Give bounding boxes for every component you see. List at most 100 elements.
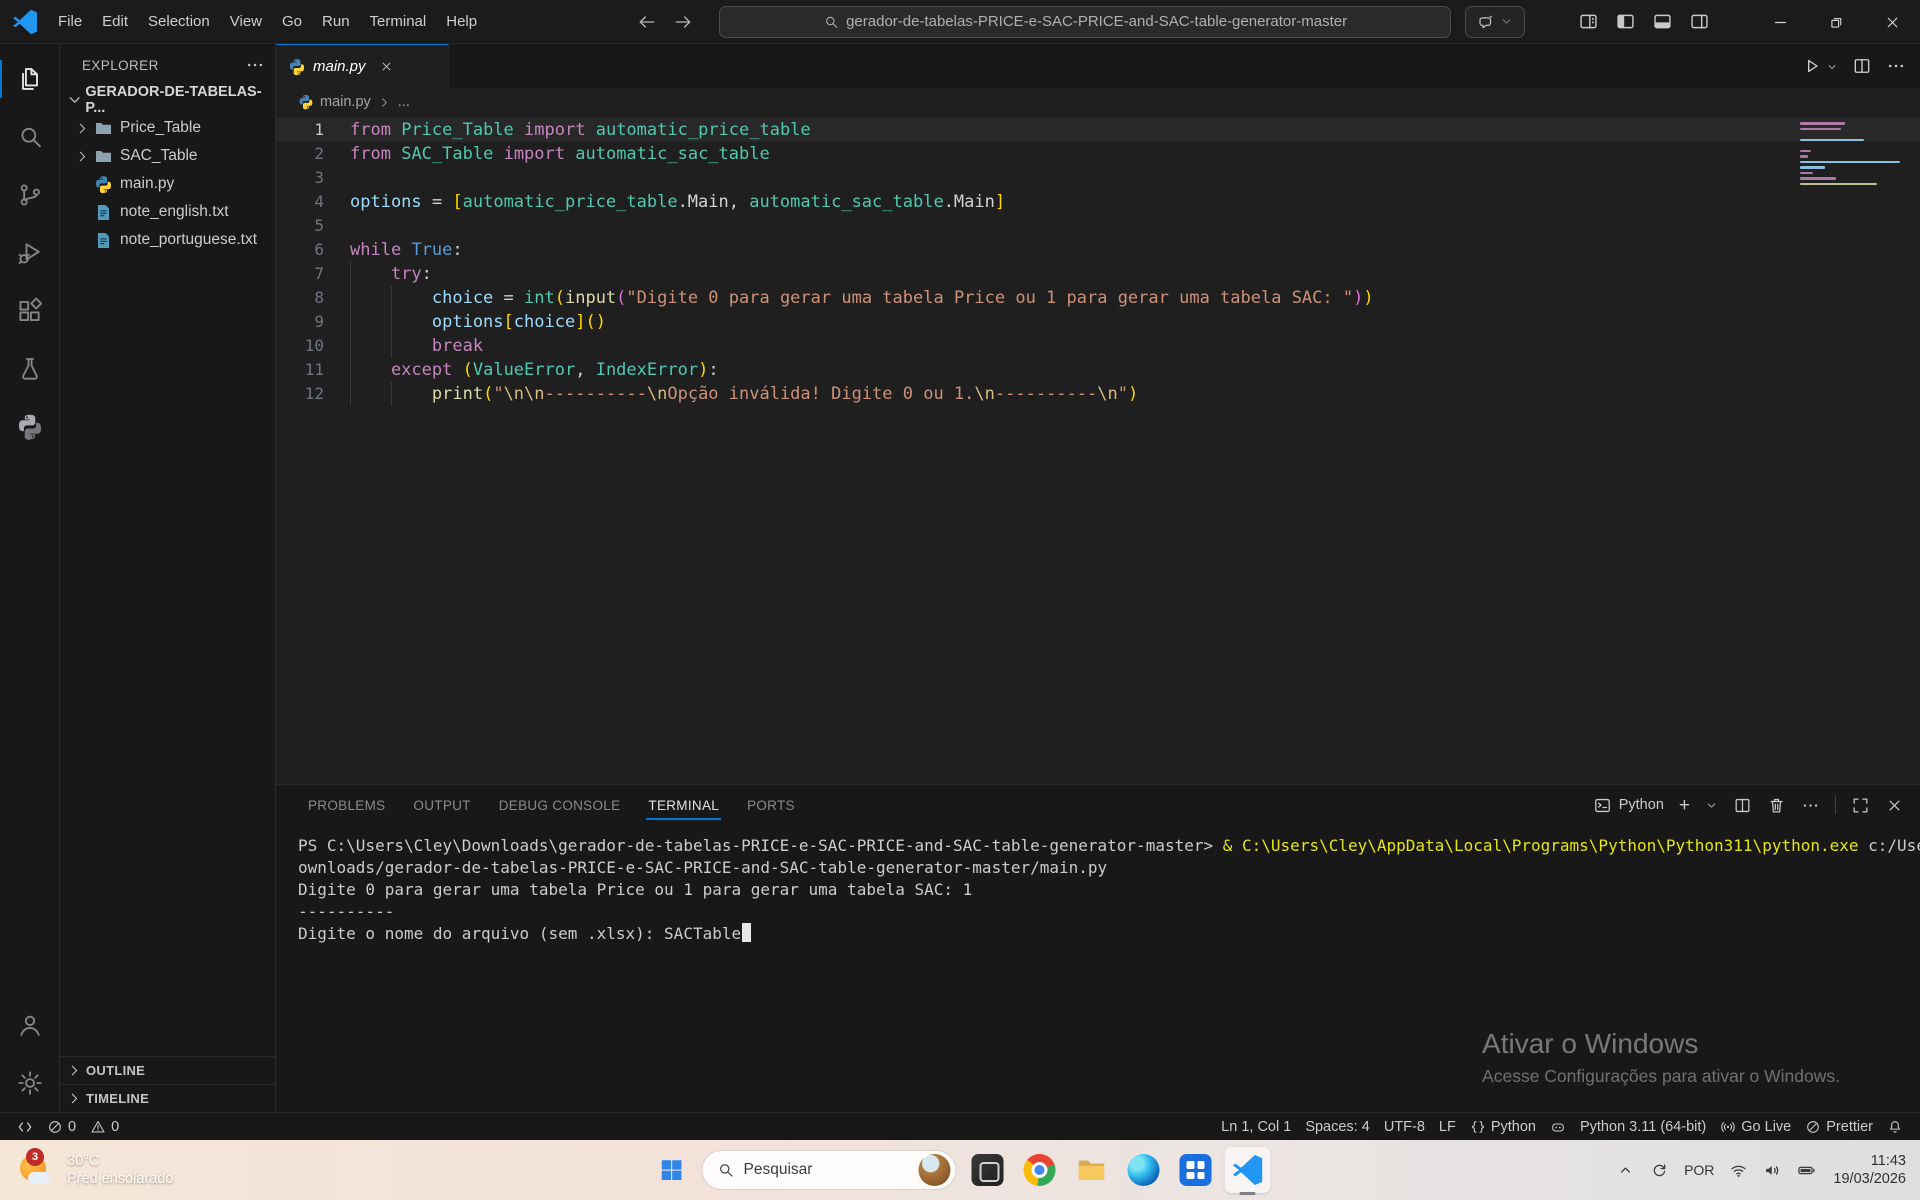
- status-go-live[interactable]: Go Live: [1713, 1119, 1798, 1135]
- status-prettier[interactable]: Prettier: [1798, 1119, 1880, 1135]
- command-center-search[interactable]: gerador-de-tabelas-PRICE-e-SAC-PRICE-and…: [719, 5, 1452, 38]
- section-timeline[interactable]: TIMELINE: [60, 1084, 275, 1112]
- keyboard-language[interactable]: POR: [1680, 1162, 1718, 1178]
- restore-button[interactable]: [1808, 0, 1864, 44]
- run-dropdown-icon[interactable]: [1826, 60, 1838, 72]
- menu-edit[interactable]: Edit: [92, 9, 138, 34]
- terminal-dropdown-icon[interactable]: [1705, 799, 1718, 812]
- kill-terminal-icon[interactable]: [1767, 796, 1786, 815]
- explorer-more-actions-icon[interactable]: [245, 55, 265, 75]
- close-tab-icon[interactable]: [379, 59, 394, 74]
- taskbar-search[interactable]: Pesquisar: [701, 1150, 957, 1190]
- status-notifications[interactable]: [1880, 1119, 1910, 1135]
- status-warnings[interactable]: 0: [83, 1119, 126, 1135]
- menu-go[interactable]: Go: [272, 9, 312, 34]
- battery-icon[interactable]: [1793, 1157, 1820, 1184]
- file-main-py[interactable]: main.py: [60, 170, 275, 198]
- menu-view[interactable]: View: [220, 9, 272, 34]
- breadcrumb[interactable]: main.py ...: [276, 88, 1920, 116]
- file-label: main.py: [120, 175, 175, 192]
- taskbar-vscode-icon[interactable]: [1224, 1147, 1271, 1195]
- menu-help[interactable]: Help: [436, 9, 487, 34]
- activity-source-control-icon[interactable]: [0, 166, 60, 224]
- widget-badge: 3: [26, 1148, 44, 1166]
- terminal-cursor: [742, 923, 752, 942]
- menu-file[interactable]: File: [48, 9, 92, 34]
- status-language-mode[interactable]: Python: [1463, 1119, 1543, 1135]
- minimize-button[interactable]: [1752, 0, 1808, 44]
- file-note-portuguese-txt[interactable]: note_portuguese.txt: [60, 226, 275, 254]
- menu-terminal[interactable]: Terminal: [360, 9, 437, 34]
- clock[interactable]: 11:43 19/03/2026: [1827, 1152, 1912, 1188]
- minimap[interactable]: [1800, 122, 1904, 188]
- activity-extensions-icon[interactable]: [0, 282, 60, 340]
- maximize-panel-icon[interactable]: [1851, 796, 1870, 815]
- panel-tab-ports[interactable]: PORTS: [737, 789, 805, 822]
- panel-tab-debug-console[interactable]: DEBUG CONSOLE: [489, 789, 631, 822]
- split-editor-icon[interactable]: [1852, 56, 1872, 76]
- toggle-secondary-sidebar-icon[interactable]: [1689, 11, 1710, 32]
- panel-tab-terminal[interactable]: TERMINAL: [638, 789, 729, 822]
- taskbar-microsoft-store-icon[interactable]: [1173, 1147, 1219, 1193]
- activity-testing-icon[interactable]: [0, 340, 60, 398]
- tab-main-py[interactable]: main.py: [276, 44, 449, 88]
- start-button[interactable]: [650, 1148, 694, 1192]
- activity-accounts-icon[interactable]: [0, 996, 60, 1054]
- section-outline[interactable]: OUTLINE: [60, 1056, 275, 1084]
- taskbar-edge-icon[interactable]: [1121, 1147, 1167, 1193]
- code-editor[interactable]: 1 from Price_Table import automatic_price…: [276, 116, 1920, 784]
- file-sac-table[interactable]: SAC_Table: [60, 142, 275, 170]
- menu-run[interactable]: Run: [312, 9, 360, 34]
- indent-guide: [350, 262, 391, 286]
- search-placeholder: Pesquisar: [743, 1161, 813, 1178]
- new-terminal-icon[interactable]: +: [1679, 796, 1690, 815]
- status-python-interpreter[interactable]: Python 3.11 (64-bit): [1573, 1119, 1713, 1135]
- status-errors[interactable]: 0: [40, 1119, 83, 1135]
- line-number: 11: [304, 360, 324, 379]
- status-remote-window[interactable]: [10, 1119, 40, 1135]
- activity-bar: [0, 44, 60, 1112]
- activity-explorer-icon[interactable]: [0, 50, 60, 108]
- terminal-output[interactable]: PS C:\Users\Cley\Downloads\gerador-de-ta…: [276, 825, 1920, 1112]
- onedrive-sync-icon[interactable]: [1646, 1157, 1673, 1184]
- status-encoding[interactable]: UTF-8: [1377, 1119, 1432, 1135]
- menu-selection[interactable]: Selection: [138, 9, 220, 34]
- split-terminal-icon[interactable]: [1733, 796, 1752, 815]
- code-line-12: 12 print("\n\n----------\nOpção inválida!…: [276, 382, 1920, 406]
- tray-date: 19/03/2026: [1833, 1171, 1906, 1187]
- taskbar-photos-icon[interactable]: [965, 1147, 1011, 1193]
- workspace-root-folder[interactable]: GERADOR-DE-TABELAS-P...: [60, 84, 275, 116]
- taskbar-file-explorer-icon[interactable]: [1069, 1147, 1115, 1193]
- file-note-english-txt[interactable]: note_english.txt: [60, 198, 275, 226]
- customize-layout-icon[interactable]: [1578, 11, 1599, 32]
- panel-tab-problems[interactable]: PROBLEMS: [298, 789, 395, 822]
- status-cursor-position[interactable]: Ln 1, Col 1: [1214, 1119, 1298, 1135]
- taskbar-chrome-icon[interactable]: [1017, 1147, 1063, 1193]
- wifi-icon[interactable]: [1725, 1157, 1752, 1184]
- status-indentation[interactable]: Spaces: 4: [1298, 1119, 1377, 1135]
- activity-run-and-debug-icon[interactable]: [0, 224, 60, 282]
- toggle-panel-icon[interactable]: [1652, 11, 1673, 32]
- terminal-icon: [1593, 796, 1612, 815]
- activity-search-icon[interactable]: [0, 108, 60, 166]
- weather-widget[interactable]: 3 30°C Pred ensolarado: [10, 1140, 181, 1200]
- terminal-shell-selector[interactable]: Python: [1593, 796, 1664, 815]
- toggle-sidebar-icon[interactable]: [1615, 11, 1636, 32]
- close-panel-icon[interactable]: [1885, 796, 1904, 815]
- status-copilot[interactable]: [1543, 1119, 1573, 1135]
- line-number: 9: [314, 312, 324, 331]
- forward-icon[interactable]: [673, 12, 693, 32]
- run-python-file-icon[interactable]: [1802, 56, 1822, 76]
- back-icon[interactable]: [637, 12, 657, 32]
- close-button[interactable]: [1864, 0, 1920, 44]
- copilot-chat-button[interactable]: [1465, 5, 1526, 38]
- activity-settings-icon[interactable]: [0, 1054, 60, 1112]
- tray-overflow-icon[interactable]: [1612, 1157, 1639, 1184]
- file-price-table[interactable]: Price_Table: [60, 114, 275, 142]
- status-eol[interactable]: LF: [1432, 1119, 1463, 1135]
- panel-tab-output[interactable]: OUTPUT: [403, 789, 480, 822]
- volume-icon[interactable]: [1759, 1157, 1786, 1184]
- activity-python-icon[interactable]: [0, 398, 60, 456]
- terminal-more-actions-icon[interactable]: [1801, 796, 1820, 815]
- editor-more-actions-icon[interactable]: [1886, 56, 1906, 76]
